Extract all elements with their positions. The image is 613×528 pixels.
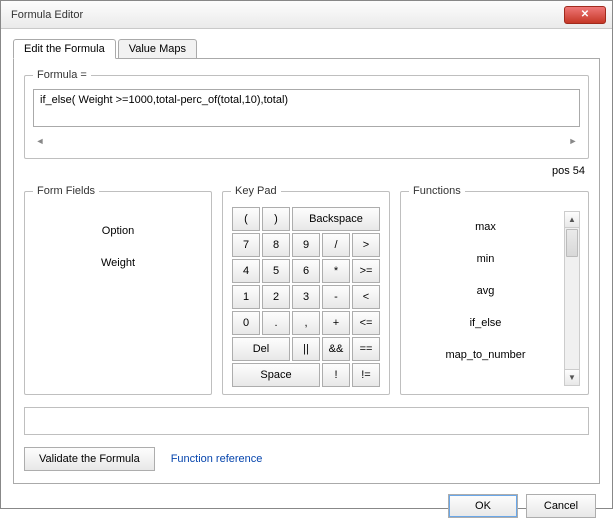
form-field-item[interactable]: Option bbox=[37, 225, 199, 237]
tab-value-maps[interactable]: Value Maps bbox=[118, 39, 197, 59]
tab-label: Value Maps bbox=[129, 43, 186, 55]
function-item[interactable]: max bbox=[409, 211, 562, 243]
keypad-button-neq[interactable]: != bbox=[352, 363, 380, 387]
functions-list: max min avg if_else map_to_number bbox=[409, 211, 562, 386]
close-button[interactable]: ✕ bbox=[564, 6, 606, 24]
keypad-button-multiply[interactable]: * bbox=[322, 259, 350, 283]
formula-legend: Formula = bbox=[33, 69, 91, 81]
keypad-button-0[interactable]: 0 bbox=[232, 311, 260, 335]
keypad-button-lt[interactable]: < bbox=[352, 285, 380, 309]
keypad-button-4[interactable]: 4 bbox=[232, 259, 260, 283]
title-bar: Formula Editor ✕ bbox=[1, 1, 612, 29]
keypad-fieldset: Key Pad ( ) Backspace 7 8 9 / > 4 5 6 * … bbox=[222, 185, 390, 395]
keypad-button-lparen[interactable]: ( bbox=[232, 207, 260, 231]
cancel-button[interactable]: Cancel bbox=[526, 494, 596, 518]
tab-edit-formula[interactable]: Edit the Formula bbox=[13, 39, 116, 59]
function-item[interactable]: if_else bbox=[409, 307, 562, 339]
keypad-button-1[interactable]: 1 bbox=[232, 285, 260, 309]
keypad-button-2[interactable]: 2 bbox=[262, 285, 290, 309]
caret-position-label: pos 54 bbox=[24, 165, 585, 177]
close-icon: ✕ bbox=[581, 9, 589, 20]
dialog-buttons: OK Cancel bbox=[13, 494, 600, 518]
keypad-button-5[interactable]: 5 bbox=[262, 259, 290, 283]
scroll-left-button[interactable]: ◄ bbox=[33, 134, 47, 148]
tab-label: Edit the Formula bbox=[24, 43, 105, 55]
formula-hscroll: ◄ ► bbox=[33, 134, 580, 148]
keypad-button-plus[interactable]: + bbox=[322, 311, 350, 335]
keypad-button-space[interactable]: Space bbox=[232, 363, 320, 387]
middle-row: Form Fields Option Weight Key Pad ( ) Ba… bbox=[24, 185, 589, 395]
keypad-button-3[interactable]: 3 bbox=[292, 285, 320, 309]
functions-legend: Functions bbox=[409, 185, 465, 197]
keypad-button-del[interactable]: Del bbox=[232, 337, 290, 361]
keypad-button-gte[interactable]: >= bbox=[352, 259, 380, 283]
keypad-button-dot[interactable]: . bbox=[262, 311, 290, 335]
keypad-button-gt[interactable]: > bbox=[352, 233, 380, 257]
keypad-button-lte[interactable]: <= bbox=[352, 311, 380, 335]
keypad-button-comma[interactable]: , bbox=[292, 311, 320, 335]
keypad-button-9[interactable]: 9 bbox=[292, 233, 320, 257]
ok-button[interactable]: OK bbox=[448, 494, 518, 518]
function-item[interactable]: min bbox=[409, 243, 562, 275]
scroll-thumb[interactable] bbox=[566, 229, 578, 257]
tab-page-edit: Formula = ◄ ► pos 54 Form Fields Option … bbox=[13, 58, 600, 484]
keypad-button-and[interactable]: && bbox=[322, 337, 350, 361]
form-fields-list: Option Weight bbox=[33, 205, 203, 299]
bottom-row: Validate the Formula Function reference bbox=[24, 447, 589, 471]
keypad-button-7[interactable]: 7 bbox=[232, 233, 260, 257]
keypad-button-eq[interactable]: == bbox=[352, 337, 380, 361]
keypad-button-8[interactable]: 8 bbox=[262, 233, 290, 257]
keypad-button-minus[interactable]: - bbox=[322, 285, 350, 309]
keypad-button-backspace[interactable]: Backspace bbox=[292, 207, 380, 231]
scroll-right-button[interactable]: ► bbox=[566, 134, 580, 148]
formula-input[interactable] bbox=[33, 89, 580, 127]
keypad-button-or[interactable]: || bbox=[292, 337, 320, 361]
scroll-down-button[interactable]: ▼ bbox=[565, 369, 579, 385]
client-area: Edit the Formula Value Maps Formula = ◄ … bbox=[1, 29, 612, 528]
form-field-item[interactable]: Weight bbox=[37, 257, 199, 269]
chevron-left-icon: ◄ bbox=[36, 136, 45, 146]
keypad-button-not[interactable]: ! bbox=[322, 363, 350, 387]
function-item[interactable]: avg bbox=[409, 275, 562, 307]
window-title: Formula Editor bbox=[11, 9, 564, 21]
chevron-up-icon: ▲ bbox=[568, 215, 576, 224]
function-item[interactable]: map_to_number bbox=[409, 339, 562, 371]
keypad-button-divide[interactable]: / bbox=[322, 233, 350, 257]
status-box bbox=[24, 407, 589, 435]
form-fields-legend: Form Fields bbox=[33, 185, 99, 197]
tab-strip: Edit the Formula Value Maps bbox=[13, 37, 600, 59]
functions-scrollbar[interactable]: ▲ ▼ bbox=[564, 211, 580, 386]
scroll-up-button[interactable]: ▲ bbox=[565, 212, 579, 228]
keypad-grid: ( ) Backspace 7 8 9 / > 4 5 6 * >= 1 2 3 bbox=[231, 205, 381, 387]
function-reference-link[interactable]: Function reference bbox=[171, 453, 263, 465]
formula-fieldset: Formula = ◄ ► bbox=[24, 69, 589, 159]
keypad-legend: Key Pad bbox=[231, 185, 281, 197]
chevron-down-icon: ▼ bbox=[568, 373, 576, 382]
keypad-button-6[interactable]: 6 bbox=[292, 259, 320, 283]
keypad-button-rparen[interactable]: ) bbox=[262, 207, 290, 231]
form-fields-fieldset: Form Fields Option Weight bbox=[24, 185, 212, 395]
formula-section: Formula = ◄ ► pos 54 bbox=[24, 69, 589, 177]
chevron-right-icon: ► bbox=[569, 136, 578, 146]
validate-button[interactable]: Validate the Formula bbox=[24, 447, 155, 471]
functions-fieldset: Functions max min avg if_else map_to_num… bbox=[400, 185, 589, 395]
